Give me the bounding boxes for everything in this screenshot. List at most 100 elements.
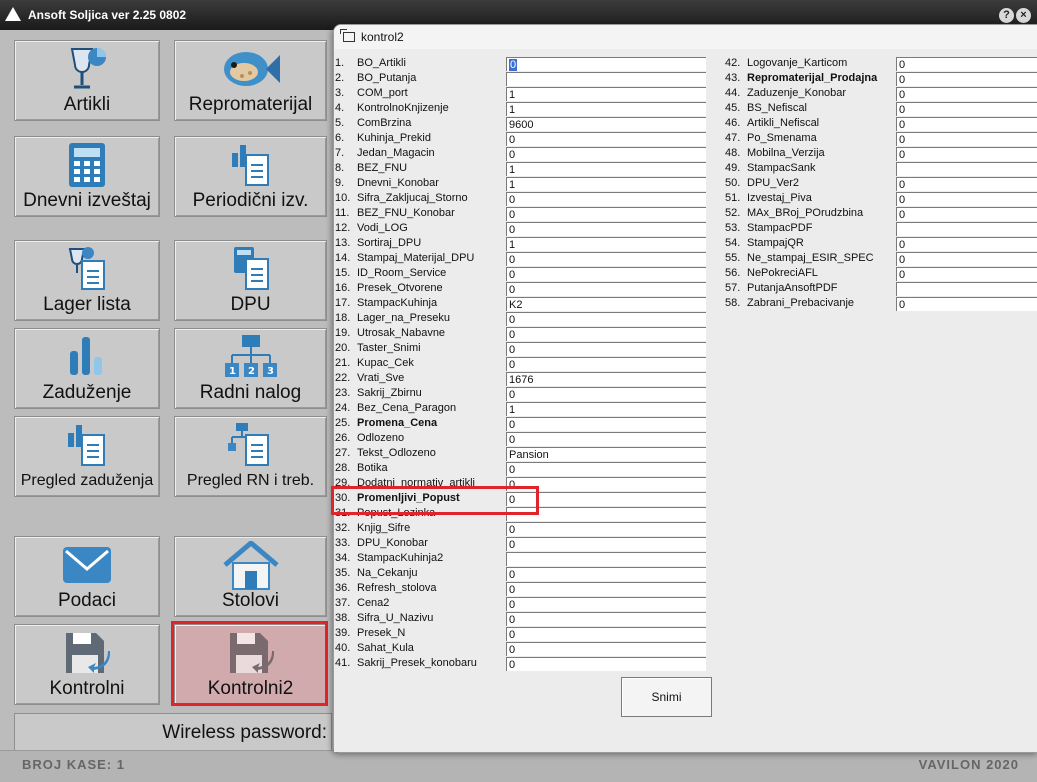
- setting-value-input[interactable]: 1: [506, 402, 706, 416]
- setting-value-input[interactable]: 0: [506, 207, 706, 221]
- setting-value-input[interactable]: 0: [506, 222, 706, 236]
- setting-value-input[interactable]: 1: [506, 162, 706, 176]
- setting-value-input[interactable]: 0: [506, 417, 706, 431]
- setting-label: Artikli_Nefiscal: [747, 117, 820, 129]
- setting-value-input[interactable]: 0: [506, 282, 706, 296]
- setting-value: 0: [509, 194, 516, 206]
- tile-artikli[interactable]: Artikli: [14, 40, 160, 121]
- setting-value-input[interactable]: 0: [896, 192, 1037, 206]
- setting-number: 52.: [725, 207, 741, 219]
- tile-repromaterijal[interactable]: Repromaterijal: [174, 40, 327, 121]
- tile-stolovi[interactable]: Stolovi: [174, 536, 327, 617]
- close-button[interactable]: ×: [1016, 8, 1031, 23]
- setting-value-input[interactable]: 0: [506, 612, 706, 626]
- setting-value: 0: [899, 104, 906, 116]
- setting-value-input[interactable]: 0: [506, 462, 706, 476]
- setting-value-input[interactable]: 0: [896, 117, 1037, 131]
- setting-value: 0: [509, 359, 516, 371]
- setting-value-input[interactable]: 0: [506, 522, 706, 536]
- setting-value-input[interactable]: 0: [506, 537, 706, 551]
- wireless-password-field[interactable]: Wireless password:: [14, 713, 332, 751]
- tile-pregled-rn[interactable]: Pregled RN i treb.: [174, 416, 327, 497]
- setting-value-input[interactable]: 0: [506, 657, 706, 671]
- setting-value-input[interactable]: 0: [506, 132, 706, 146]
- setting-value-input[interactable]: 0: [506, 642, 706, 656]
- setting-label: Sifra_Zakljucaj_Storno: [357, 192, 468, 204]
- setting-number: 49.: [725, 162, 741, 174]
- setting-value-input[interactable]: 0: [506, 357, 706, 371]
- setting-number: 5.: [335, 117, 345, 129]
- setting-value-input[interactable]: 0: [896, 207, 1037, 221]
- setting-value-input[interactable]: K2: [506, 297, 706, 311]
- setting-value-input[interactable]: 1: [506, 177, 706, 191]
- setting-value-input[interactable]: 0: [896, 267, 1037, 281]
- setting-label: Presek_N: [357, 627, 406, 639]
- setting-label: BEZ_FNU_Konobar: [357, 207, 455, 219]
- setting-value-input[interactable]: [896, 162, 1037, 176]
- setting-value: 0: [899, 74, 906, 86]
- setting-number: 6.: [335, 132, 345, 144]
- setting-value-input[interactable]: 1: [506, 102, 706, 116]
- setting-value-input[interactable]: 0: [896, 102, 1037, 116]
- setting-value-input[interactable]: 0: [896, 72, 1037, 86]
- tile-zaduzenje[interactable]: Zaduženje: [14, 328, 160, 409]
- tile-periodicni-izv[interactable]: Periodični izv.: [174, 136, 327, 217]
- setting-value-input[interactable]: 1: [506, 87, 706, 101]
- tile-kontrolni[interactable]: Kontrolni: [14, 624, 160, 705]
- setting-value-input[interactable]: Pansion: [506, 447, 706, 461]
- tile-radni-nalog[interactable]: 1 2 3 Radni nalog: [174, 328, 327, 409]
- setting-number: 1.: [335, 57, 345, 69]
- setting-value-input[interactable]: 0: [506, 342, 706, 356]
- tile-dpu[interactable]: DPU: [174, 240, 327, 321]
- setting-value-input[interactable]: 0: [506, 627, 706, 641]
- setting-value-input[interactable]: 0: [896, 132, 1037, 146]
- tile-dnevni-izvestaj[interactable]: Dnevni izveštaj: [14, 136, 160, 217]
- save-button[interactable]: Snimi: [621, 677, 712, 717]
- setting-value-input[interactable]: [896, 282, 1037, 296]
- setting-value-input[interactable]: 0: [506, 567, 706, 581]
- setting-label: Presek_Otvorene: [357, 282, 443, 294]
- setting-value-input[interactable]: 1: [506, 237, 706, 251]
- setting-value-input[interactable]: 0: [506, 597, 706, 611]
- setting-value-input[interactable]: 0: [896, 297, 1037, 311]
- setting-value-input[interactable]: [896, 222, 1037, 236]
- setting-value-input[interactable]: 9600: [506, 117, 706, 131]
- setting-value-input[interactable]: 0: [896, 87, 1037, 101]
- setting-value-input[interactable]: 0: [506, 192, 706, 206]
- setting-value-input[interactable]: 0: [896, 252, 1037, 266]
- setting-value-input[interactable]: 0: [506, 312, 706, 326]
- setting-value-input[interactable]: [506, 72, 706, 86]
- setting-value-input[interactable]: 0: [506, 387, 706, 401]
- setting-label: Botika: [357, 462, 388, 474]
- tile-label: Pregled zaduženja: [20, 472, 154, 489]
- setting-value: 0: [509, 614, 516, 626]
- setting-label: StampacKuhinja: [357, 297, 438, 309]
- tile-podaci[interactable]: Podaci: [14, 536, 160, 617]
- tile-lager-lista[interactable]: Lager lista: [14, 240, 160, 321]
- setting-value-input[interactable]: 0: [896, 57, 1037, 71]
- setting-value-input[interactable]: [506, 552, 706, 566]
- setting-label: Bez_Cena_Paragon: [357, 402, 457, 414]
- setting-number: 45.: [725, 102, 741, 114]
- setting-value-input[interactable]: 0: [506, 582, 706, 596]
- setting-label: Sifra_U_Nazivu: [357, 612, 434, 624]
- setting-value-input[interactable]: 0: [506, 267, 706, 281]
- setting-value-input[interactable]: 0: [506, 327, 706, 341]
- setting-value-input[interactable]: 0: [506, 147, 706, 161]
- setting-value-input[interactable]: 1676: [506, 372, 706, 386]
- setting-value-input[interactable]: 0: [896, 147, 1037, 161]
- tile-label: DPU: [230, 294, 271, 315]
- setting-label: Mobilna_Verzija: [747, 147, 825, 159]
- setting-value-input[interactable]: 0: [506, 252, 706, 266]
- help-button[interactable]: ?: [999, 8, 1014, 23]
- setting-value-input[interactable]: 0: [896, 237, 1037, 251]
- setting-label: DPU_Ver2: [747, 177, 799, 189]
- setting-value-input[interactable]: 0: [506, 57, 706, 71]
- tile-pregled-zaduzenja[interactable]: Pregled zaduženja: [14, 416, 160, 497]
- setting-number: 15.: [335, 267, 351, 279]
- setting-value: 0: [899, 209, 906, 221]
- setting-value-input[interactable]: 0: [896, 177, 1037, 191]
- setting-number: 51.: [725, 192, 741, 204]
- setting-value: 0: [509, 539, 516, 551]
- setting-value-input[interactable]: 0: [506, 432, 706, 446]
